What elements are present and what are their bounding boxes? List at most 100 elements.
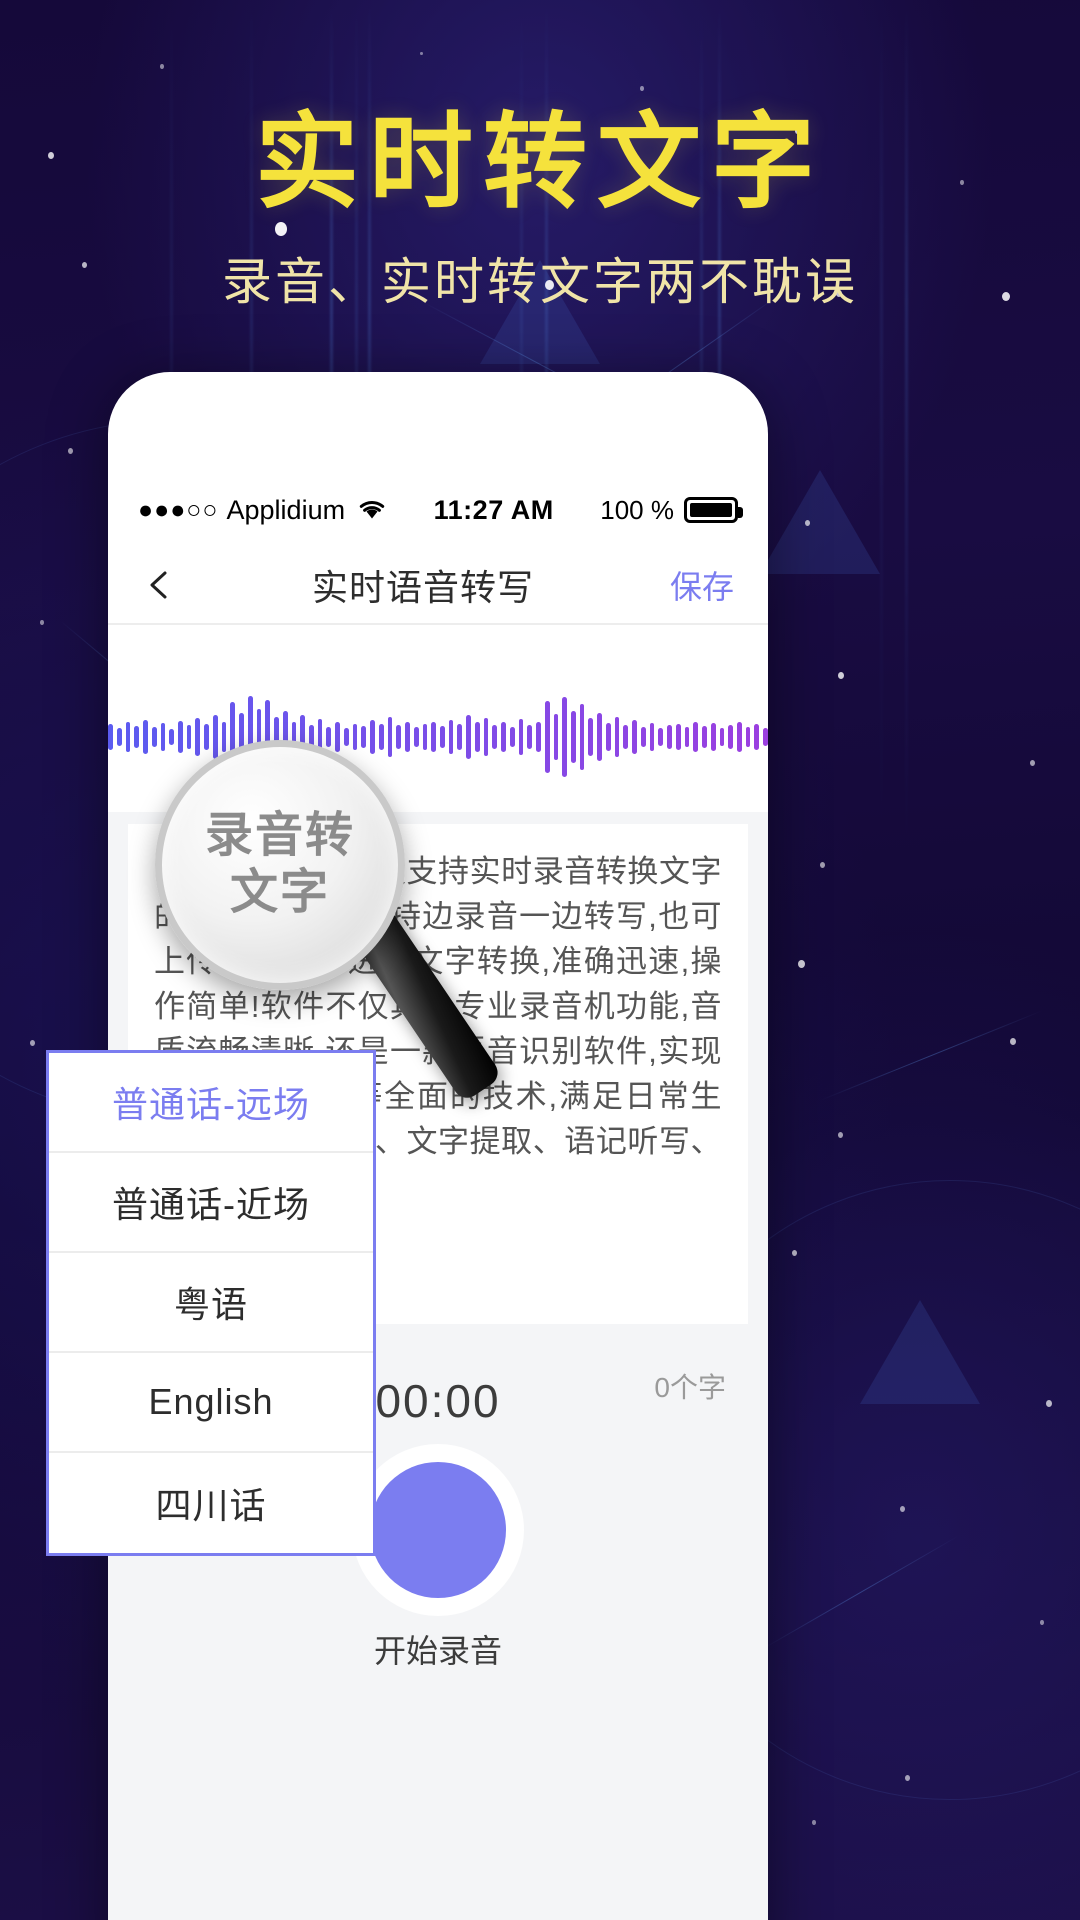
waveform-bar	[370, 720, 375, 754]
waveform-bar	[221, 722, 227, 752]
waveform-bar	[719, 728, 725, 746]
background-star	[1030, 760, 1035, 766]
wifi-icon	[357, 496, 387, 527]
page-title: 实时转文字	[254, 101, 825, 223]
word-count-label: 0个字	[654, 1372, 726, 1403]
waveform-bar	[291, 722, 297, 752]
record-button-label: 开始录音	[373, 1633, 502, 1669]
waveform-bar	[125, 722, 131, 752]
nav-bar: 实时语音转写 保存	[108, 547, 768, 625]
status-bar: ●●●○○ Applidium 11:27 AM 100 %	[108, 484, 768, 536]
waveform-bar	[326, 727, 332, 747]
waveform-bar	[440, 726, 445, 748]
waveform-bar	[265, 700, 271, 774]
background-star	[40, 620, 44, 625]
waveform-bar	[108, 724, 113, 750]
waveform-bar	[710, 723, 716, 751]
background-star	[812, 1820, 816, 1825]
background-network-line	[819, 1010, 1043, 1101]
waveform-bar	[501, 722, 506, 752]
language-option-label: 四川话	[155, 1485, 267, 1526]
background-triangle	[760, 470, 880, 574]
waveform-bar	[736, 722, 742, 752]
waveform-bar	[422, 724, 428, 750]
background-star	[838, 672, 844, 679]
waveform-bar	[588, 718, 594, 756]
promo-header: 实时转文字 录音、实时转文字两不耽误	[0, 0, 1080, 314]
waveform-bar	[448, 720, 454, 754]
waveform-bar	[675, 724, 681, 750]
waveform-bar	[702, 726, 707, 748]
waveform-bar	[212, 715, 218, 759]
language-option-4[interactable]: 四川话	[49, 1453, 373, 1553]
waveform-bar	[763, 728, 768, 746]
waveform-bar	[116, 728, 122, 746]
waveform-bar	[431, 722, 436, 752]
waveform-bar	[754, 724, 760, 750]
waveform-bar	[186, 725, 192, 749]
background-star	[905, 1775, 910, 1781]
waveform-bar	[544, 701, 550, 773]
waveform-bar	[160, 723, 166, 751]
language-option-label: English	[148, 1381, 274, 1422]
language-option-2[interactable]: 粤语	[49, 1253, 373, 1353]
waveform-bar	[492, 725, 498, 749]
waveform-bar	[745, 727, 751, 747]
chevron-left-icon[interactable]	[142, 568, 176, 602]
language-select-list[interactable]: 普通话-远场普通话-近场 粤语 English 四川话	[46, 1050, 376, 1556]
waveform-bar	[195, 718, 201, 756]
waveform-bar	[640, 727, 646, 747]
language-option-label: 粤语	[173, 1284, 248, 1325]
waveform-bar	[317, 719, 323, 755]
background-star	[798, 960, 805, 969]
language-option-label: 普通话-近场	[112, 1184, 310, 1225]
waveform-bar	[335, 722, 340, 752]
waveform-bar	[387, 717, 393, 757]
waveform-bar	[169, 729, 174, 745]
waveform-bar	[614, 717, 620, 757]
nav-title: 实时语音转写	[311, 567, 534, 608]
waveform-bar	[239, 713, 244, 761]
background-star	[820, 862, 825, 868]
background-star	[1046, 1400, 1052, 1407]
battery-full-icon	[684, 497, 743, 523]
status-battery-group: 100 %	[600, 495, 743, 526]
waveform-bar	[282, 711, 288, 763]
background-star	[792, 1250, 797, 1256]
waveform-bar	[518, 719, 524, 755]
language-option-1[interactable]: 普通话-近场	[49, 1153, 373, 1253]
background-star	[68, 448, 73, 454]
waveform-bar	[396, 725, 402, 749]
save-button[interactable]: 保存	[670, 562, 734, 608]
waveform-bar	[474, 722, 480, 752]
waveform-bar	[413, 727, 419, 747]
background-star	[30, 1040, 35, 1046]
waveform-bar	[509, 727, 515, 747]
language-option-3[interactable]: English	[49, 1353, 373, 1453]
waveform-bar	[623, 725, 629, 749]
status-time: 11:27 AM	[433, 494, 554, 525]
language-option-0[interactable]: 普通话-远场	[49, 1053, 373, 1153]
waveform-bar	[597, 713, 602, 761]
waveform-bar	[352, 724, 358, 750]
waveform-bar	[649, 723, 655, 751]
waveform-bar	[605, 723, 611, 751]
waveform-bar	[667, 725, 672, 749]
carrier-label: Applidium	[226, 494, 346, 525]
background-star	[1040, 1620, 1044, 1625]
waveform-bar	[684, 727, 690, 747]
waveform-bar	[457, 724, 463, 750]
background-star	[805, 520, 810, 526]
waveform-bar	[134, 726, 140, 748]
waveform-bar	[378, 724, 384, 750]
waveform-bar	[308, 725, 314, 749]
waveform-bar	[247, 696, 253, 778]
waveform-bar	[466, 715, 471, 759]
audio-waveform	[108, 672, 768, 802]
signal-strength-icon: ●●●○○	[138, 495, 219, 524]
waveform-bar	[300, 715, 305, 759]
waveform-bar	[658, 728, 664, 746]
waveform-bar	[579, 704, 585, 770]
record-timer: 00:00	[375, 1375, 501, 1427]
record-button[interactable]	[370, 1462, 506, 1598]
